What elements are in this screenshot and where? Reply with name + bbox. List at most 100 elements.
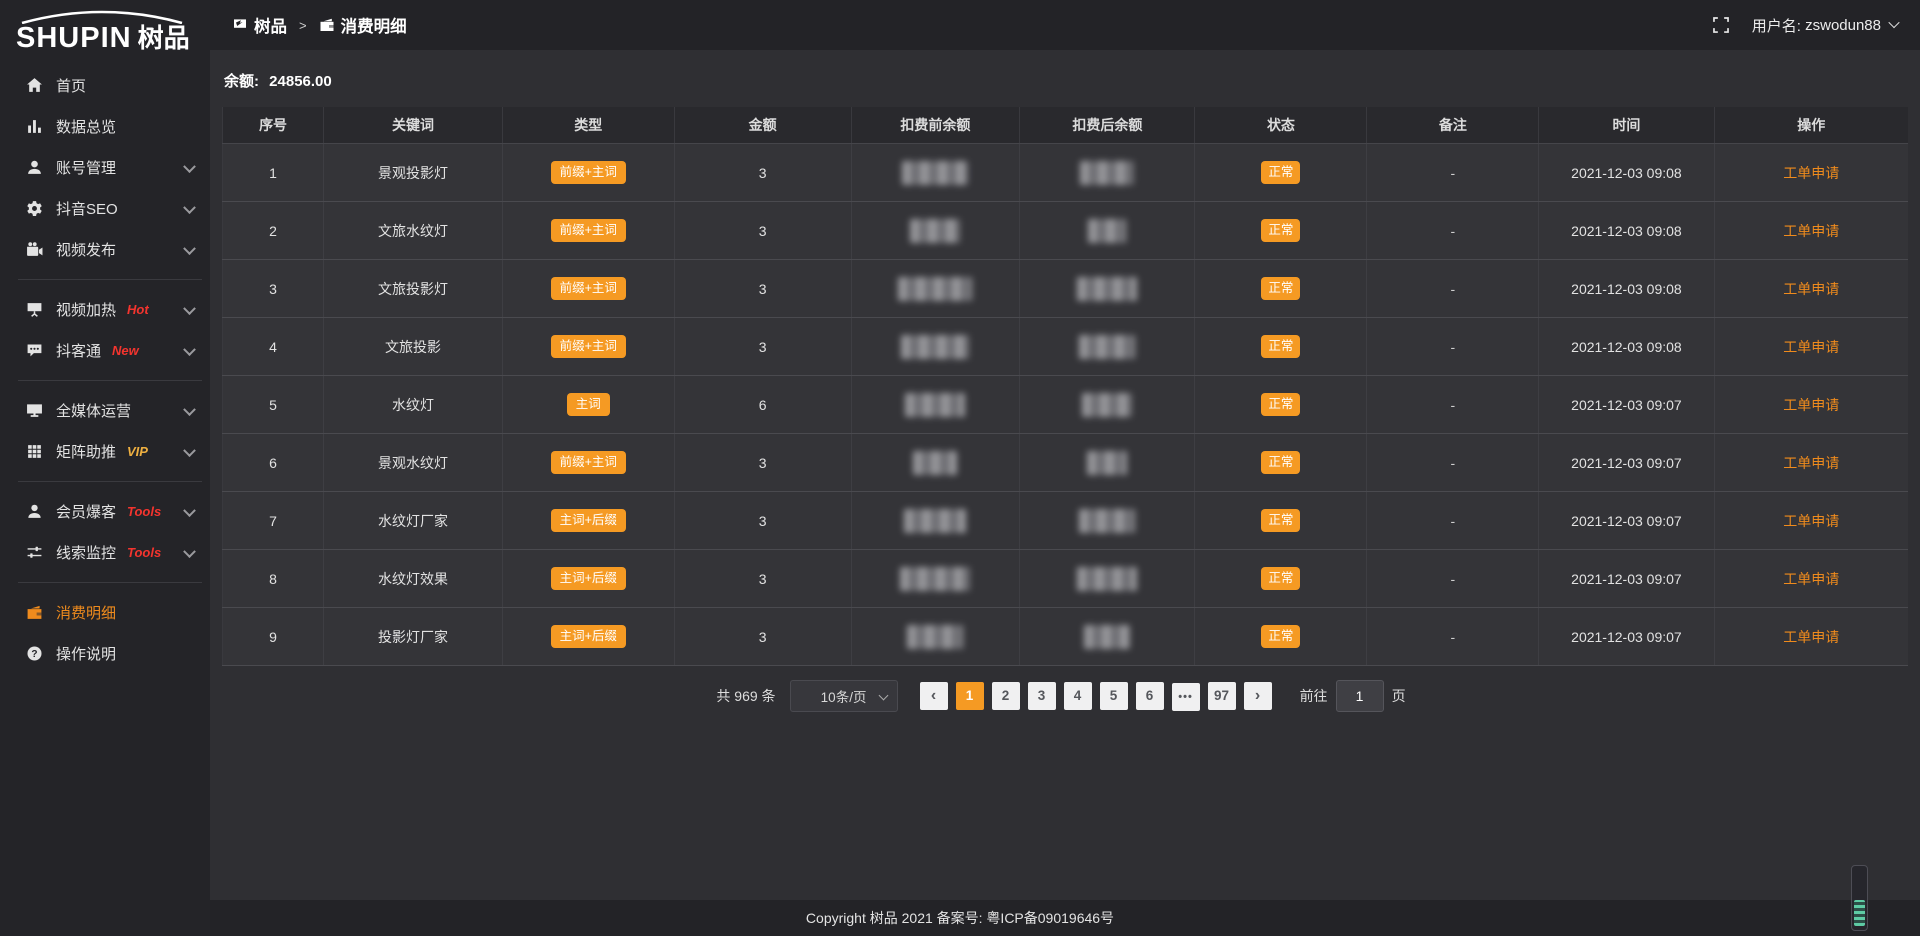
cell-index: 3 [223, 260, 324, 318]
cell-amount: 3 [674, 434, 851, 492]
cell-type: 主词 [502, 376, 674, 434]
status-badge: 正常 [1261, 509, 1300, 533]
status-badge: 正常 [1261, 567, 1300, 591]
sidebar-item-matrix-boost[interactable]: 矩阵助推VIP [0, 431, 210, 472]
cell-balance-before [851, 202, 1020, 260]
chevron-down-icon [183, 545, 196, 558]
sidebar-item-douketong[interactable]: 抖客通New [0, 330, 210, 371]
monitor-icon [26, 402, 43, 419]
brand-logo[interactable]: SHUPIN 树品 [0, 0, 210, 59]
sidebar-item-member-marketing[interactable]: 会员爆客Tools [0, 491, 210, 532]
ticket-apply-link[interactable]: 工单申请 [1783, 571, 1839, 587]
page-button-97[interactable]: 97 [1208, 682, 1236, 710]
page-button-2[interactable]: 2 [992, 682, 1020, 710]
page-button-3[interactable]: 3 [1028, 682, 1056, 710]
sidebar-item-douyin-seo[interactable]: 抖音SEO [0, 188, 210, 229]
pagination-total: 共 969 条 [716, 686, 775, 706]
table-body: 1景观投影灯前缀+主词3正常-2021-12-03 09:08工单申请2文旅水纹… [223, 144, 1909, 666]
cell-remark: - [1367, 434, 1539, 492]
cell-index: 2 [223, 202, 324, 260]
breadcrumb-root[interactable]: 树品 [232, 13, 287, 37]
cell-remark: - [1367, 608, 1539, 666]
goto-page-input[interactable] [1336, 680, 1384, 712]
status-badge: 正常 [1261, 625, 1300, 649]
masked-balance-before [910, 219, 960, 243]
sidebar-item-label: 抖客通 [56, 340, 101, 361]
breadcrumb-current[interactable]: 消费明细 [319, 13, 407, 37]
bar-chart-icon [26, 118, 43, 135]
sidebar-item-label: 线索监控 [56, 542, 116, 563]
gear-icon [26, 200, 43, 217]
ticket-apply-link[interactable]: 工单申请 [1783, 629, 1839, 645]
cell-balance-after [1020, 550, 1195, 608]
cell-type: 前缀+主词 [502, 144, 674, 202]
page-button-4[interactable]: 4 [1064, 682, 1092, 710]
cell-index: 5 [223, 376, 324, 434]
page-button-1[interactable]: 1 [956, 682, 984, 710]
sidebar-item-label: 视频发布 [56, 239, 116, 260]
type-badge: 前缀+主词 [551, 161, 626, 185]
sidebar-item-data-overview[interactable]: 数据总览 [0, 106, 210, 147]
user-menu[interactable]: 用户名: zswodun88 [1752, 15, 1898, 36]
sidebar-item-media-operation[interactable]: 全媒体运营 [0, 390, 210, 431]
ticket-apply-link[interactable]: 工单申请 [1783, 513, 1839, 529]
next-page-button[interactable]: › [1244, 682, 1272, 710]
sidebar-item-badge: Tools [127, 504, 161, 519]
ticket-apply-link[interactable]: 工单申请 [1783, 165, 1839, 181]
question-icon: ? [26, 645, 43, 662]
ticket-apply-link[interactable]: 工单申请 [1783, 455, 1839, 471]
menu-divider [18, 380, 202, 381]
status-badge: 正常 [1261, 219, 1300, 243]
sidebar-item-operation-guide[interactable]: ?操作说明 [0, 633, 210, 674]
page-size-select[interactable]: 10条/页 [790, 680, 898, 712]
column-header: 类型 [502, 107, 674, 144]
sidebar-menu: 首页数据总览账号管理抖音SEO 视频发布视频加热Hot抖客通New 全媒体运营矩阵助… [0, 59, 210, 674]
sidebar-item-label: 账号管理 [56, 157, 116, 178]
page-ellipsis-button[interactable]: ••• [1172, 683, 1200, 711]
ticket-apply-link[interactable]: 工单申请 [1783, 223, 1839, 239]
fullscreen-icon[interactable] [1712, 16, 1730, 34]
chevron-down-icon [183, 160, 196, 173]
widget-stripes-icon [1854, 900, 1865, 926]
sidebar: SHUPIN 树品 首页数据总览账号管理抖音SEO 视频发布视频加热Hot抖客通N… [0, 0, 210, 936]
cell-time: 2021-12-03 09:07 [1539, 550, 1714, 608]
cell-status: 正常 [1195, 492, 1367, 550]
cell-amount: 3 [674, 318, 851, 376]
balance-label: 余额: [224, 73, 259, 90]
sidebar-item-label: 全媒体运营 [56, 400, 131, 421]
cell-balance-after [1020, 434, 1195, 492]
sidebar-item-consumption-detail[interactable]: 消费明细 [0, 592, 210, 633]
cell-remark: - [1367, 550, 1539, 608]
cell-action: 工单申请 [1714, 492, 1908, 550]
ticket-apply-link[interactable]: 工单申请 [1783, 281, 1839, 297]
cell-time: 2021-12-03 09:07 [1539, 492, 1714, 550]
sidebar-item-label: 数据总览 [56, 116, 116, 137]
sidebar-item-badge: VIP [127, 444, 148, 459]
prev-page-button[interactable]: ‹ [920, 682, 948, 710]
remark-text: - [1451, 455, 1456, 471]
sidebar-item-home[interactable]: 首页 [0, 65, 210, 106]
sidebar-item-label: 视频加热 [56, 299, 116, 320]
ticket-apply-link[interactable]: 工单申请 [1783, 397, 1839, 413]
cell-time: 2021-12-03 09:08 [1539, 144, 1714, 202]
cell-status: 正常 [1195, 202, 1367, 260]
column-header: 状态 [1195, 107, 1367, 144]
remark-text: - [1451, 223, 1456, 239]
chevron-down-icon [183, 403, 196, 416]
floating-widget[interactable] [1851, 865, 1868, 931]
sidebar-item-lead-monitoring[interactable]: 线索监控Tools [0, 532, 210, 573]
chevron-down-icon [183, 504, 196, 517]
sidebar-item-account-management[interactable]: 账号管理 [0, 147, 210, 188]
cell-time: 2021-12-03 09:07 [1539, 608, 1714, 666]
main-content: 余额: 24856.00 序号关键词类型金额扣费前余额扣费后余额状态备注时间操作… [210, 50, 1920, 900]
page-button-6[interactable]: 6 [1136, 682, 1164, 710]
column-header: 时间 [1539, 107, 1714, 144]
menu-divider [18, 481, 202, 482]
cell-remark: - [1367, 318, 1539, 376]
ticket-apply-link[interactable]: 工单申请 [1783, 339, 1839, 355]
page-button-5[interactable]: 5 [1100, 682, 1128, 710]
cell-action: 工单申请 [1714, 376, 1908, 434]
cell-type: 主词+后缀 [502, 492, 674, 550]
sidebar-item-video-publish[interactable]: 视频发布 [0, 229, 210, 270]
sidebar-item-video-heating[interactable]: 视频加热Hot [0, 289, 210, 330]
